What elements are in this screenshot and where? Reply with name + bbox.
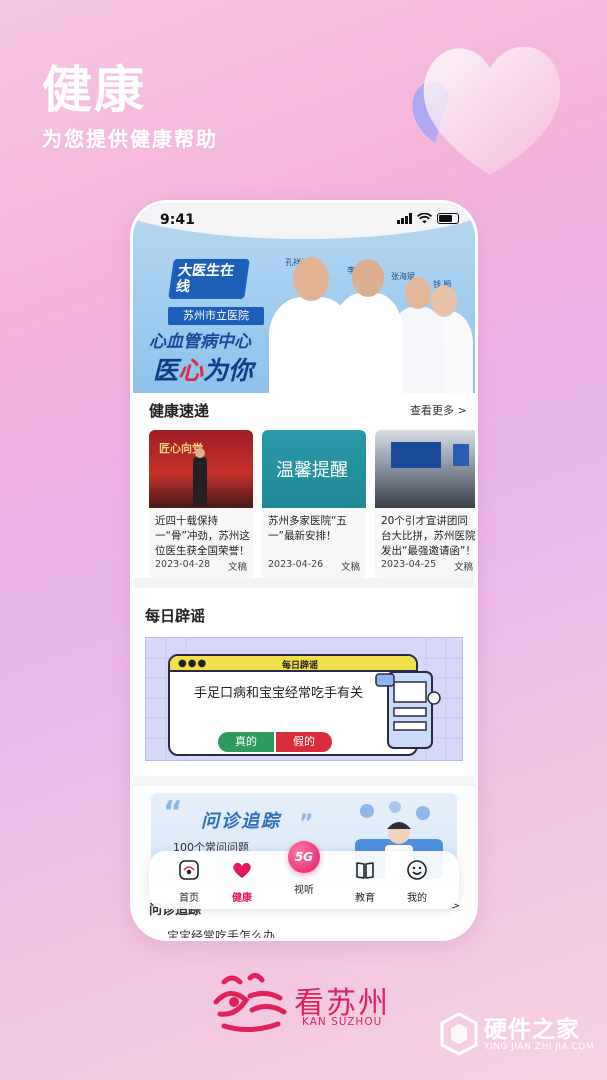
true-button[interactable]: 真的 (218, 732, 274, 752)
false-button[interactable]: 假的 (276, 732, 332, 752)
tab-education-label: 教育 (355, 893, 375, 904)
heart-icon (233, 862, 251, 878)
news-date: 2023-04-26 (268, 559, 324, 570)
news-title: 近四十载保持一“骨”冲劲，苏州这位医生获全国荣誉！ (155, 515, 250, 557)
heart-decoration-icon (412, 46, 561, 175)
banner-center: 心血管病中心 (149, 332, 251, 352)
news-image: 匠心向党 (149, 430, 253, 508)
news-source: 文稿 (340, 562, 360, 573)
news-card[interactable]: 匠心向党 近四十载保持一“骨”冲劲，苏州这位医生获全国荣誉！ 2023-04-2… (149, 430, 253, 578)
5g-button[interactable]: 5G (288, 841, 320, 873)
news-title: 苏州多家医院“五一”最新安排！ (268, 515, 347, 542)
status-bar: 9:41 (133, 203, 475, 237)
watermark: 硬件之家 YING JIAN ZHI JIA.COM (440, 1008, 600, 1068)
phone-illustration-icon (375, 671, 441, 749)
tab-health[interactable]: 健康 (217, 859, 267, 904)
tracking-question-item[interactable]: 宝宝经常吃手怎么办 (167, 927, 275, 938)
brand-english-name: KAN SUZHOU (302, 1016, 383, 1028)
news-image: 温馨提醒 (262, 430, 366, 508)
smile-icon (407, 860, 427, 880)
news-image (375, 430, 475, 508)
tab-home[interactable]: 首页 (164, 859, 214, 904)
news-image-screen (391, 442, 441, 468)
battery-icon (437, 213, 459, 224)
phone-screen: 大医生在线 苏州市立医院 心血管病中心 医心为你 孔祥清 李殿杰 张海斌 钱 颖… (133, 203, 475, 938)
rumor-question: 手足口病和宝宝经常吃手有关 (194, 686, 364, 701)
news-card[interactable]: 温馨提醒 苏州多家医院“五一”最新安排！ 2023-04-26 文稿 (262, 430, 366, 578)
rumor-card[interactable]: ●●● 每日辟谣 手足口病和宝宝经常吃手有关 真的 假的 (145, 637, 463, 761)
news-image-figure (195, 448, 205, 458)
doctor-photo (269, 257, 353, 393)
status-time: 9:41 (160, 212, 195, 228)
news-image-figure (193, 456, 207, 506)
banner-badge: 大医生在线 (168, 259, 250, 299)
kan-suzhou-logo-icon (213, 972, 287, 1032)
open-quote-icon: “ (163, 795, 183, 830)
status-icons (397, 213, 459, 224)
news-image-caption: 温馨提醒 (276, 460, 348, 481)
tab-mine-label: 我的 (407, 893, 427, 904)
watermark-url: YING JIAN ZHI JIA.COM (484, 1042, 595, 1052)
news-date: 2023-04-25 (381, 559, 437, 570)
brand-logo: 看苏州 KAN SUZHOU (210, 972, 410, 1036)
news-source: 文稿 (227, 562, 247, 573)
watermark-name: 硬件之家 (484, 1017, 580, 1043)
news-title: 20个引才宣讲团同台大比拼，苏州医院发出“最强邀请函”！ (381, 515, 475, 557)
book-icon (356, 862, 374, 879)
banner-hospital: 苏州市立医院 (168, 307, 264, 325)
wifi-icon (417, 213, 432, 224)
tab-home-label: 首页 (179, 893, 199, 904)
rumor-dots: ●●● (178, 658, 208, 669)
promo-subtitle: 为您提供健康帮助 (42, 127, 218, 151)
tab-health-label: 健康 (232, 893, 252, 904)
close-quote-icon: ” (299, 811, 314, 836)
tab-mine[interactable]: 我的 (392, 859, 442, 904)
news-more-link[interactable]: 查看更多 > (410, 402, 467, 418)
home-icon (179, 860, 199, 880)
news-source: 文稿 (453, 562, 473, 573)
tab-education[interactable]: 教育 (340, 859, 390, 904)
banner-slogan: 医心为你 (153, 356, 254, 385)
rumor-section-title: 每日辟谣 (145, 607, 206, 625)
tab-video[interactable]: 视听 (279, 881, 329, 896)
news-image-screen (453, 444, 469, 466)
watermark-logo-icon (440, 1012, 478, 1056)
news-card[interactable]: 20个引才宣讲团同台大比拼，苏州医院发出“最强邀请函”！ 2023-04-25 … (375, 430, 475, 578)
rumor-card-label: 每日辟谣 (282, 661, 319, 671)
tracking-title: 问诊追踪 (201, 811, 281, 832)
tab-video-label: 视听 (294, 885, 314, 896)
news-date: 2023-04-28 (155, 559, 211, 570)
bottom-tab-bar: 首页 健康 视听 5G 教育 我的 (149, 841, 459, 909)
cellular-signal-icon (397, 213, 412, 224)
promo-title: 健康 (42, 61, 146, 119)
news-section-title: 健康速递 (149, 402, 210, 420)
